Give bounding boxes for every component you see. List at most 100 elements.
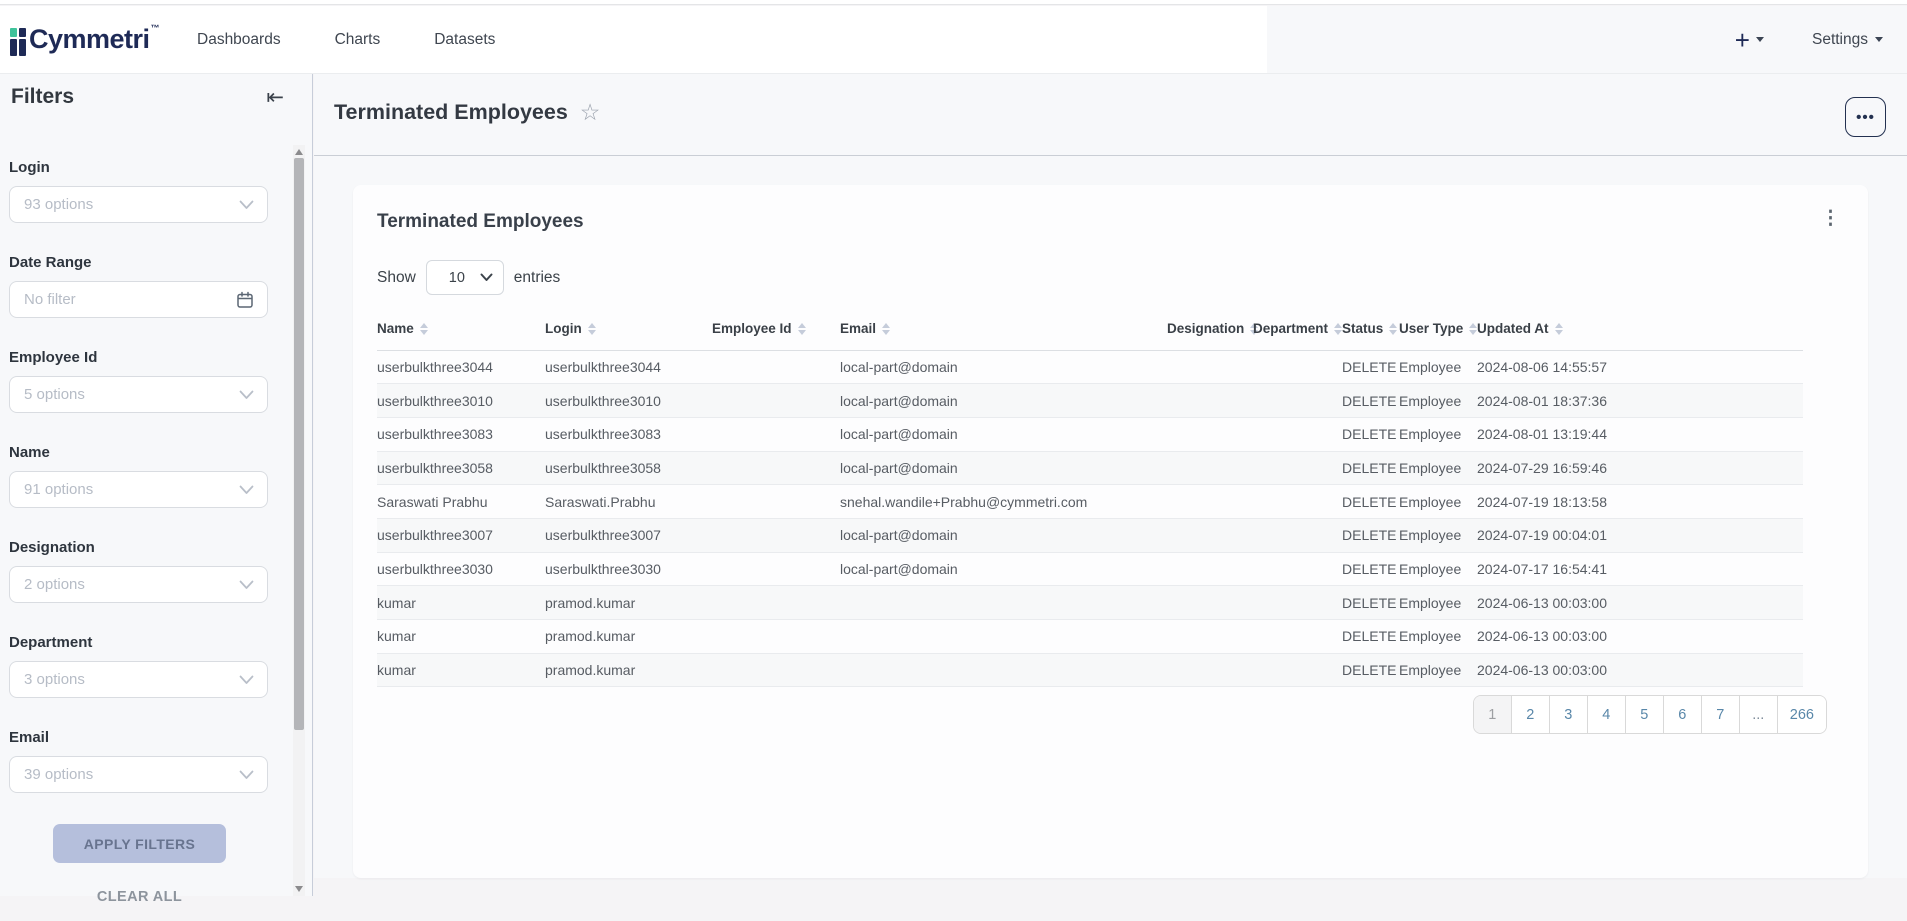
cymmetri-logo[interactable]: Cymmetri™ — [10, 23, 195, 56]
employee-id-select[interactable]: 5 options — [9, 376, 268, 413]
table-row: userbulkthree3030userbulkthree3030local-… — [377, 552, 1803, 586]
filter-group-email: Email39 options — [9, 729, 292, 793]
nav-item-datasets[interactable]: Datasets — [434, 31, 495, 49]
page-button-3[interactable]: 3 — [1550, 696, 1588, 733]
name-select[interactable]: 91 options — [9, 471, 268, 508]
filter-label-login: Login — [9, 159, 292, 176]
department-select[interactable]: 3 options — [9, 661, 268, 698]
cell-login: userbulkthree3044 — [545, 350, 712, 384]
column-label: Email — [840, 321, 876, 336]
settings-dropdown-button[interactable]: Settings — [1812, 31, 1883, 49]
brand-text: Cymmetri — [29, 24, 150, 54]
cell-user-type: Employee — [1399, 518, 1477, 552]
designation-select[interactable]: 2 options — [9, 566, 268, 603]
apply-filters-button[interactable]: APPLY FILTERS — [53, 824, 226, 863]
filter-group-login: Login 93 options — [9, 159, 292, 223]
cell-employee-id — [712, 620, 840, 654]
page-button-7[interactable]: 7 — [1702, 696, 1740, 733]
page-more-options-button[interactable]: ••• — [1845, 97, 1886, 137]
table-row: userbulkthree3058userbulkthree3058local-… — [377, 451, 1803, 485]
cell-user-type: Employee — [1399, 350, 1477, 384]
page-title: Terminated Employees — [334, 100, 568, 125]
cell-user-type: Employee — [1399, 384, 1477, 418]
page-button-4[interactable]: 4 — [1588, 696, 1626, 733]
cell-updated-at: 2024-07-29 16:59:46 — [1477, 451, 1803, 485]
cell-name: kumar — [377, 620, 545, 654]
chevron-down-icon — [239, 485, 254, 495]
favorite-star-icon[interactable]: ☆ — [580, 101, 601, 124]
login-select[interactable]: 93 options — [9, 186, 268, 223]
cell-designation — [1167, 620, 1253, 654]
cell-login: userbulkthree3058 — [545, 451, 712, 485]
page-button-2[interactable]: 2 — [1512, 696, 1550, 733]
sort-icon — [1389, 323, 1397, 335]
page-button-blank[interactable]: ... — [1740, 696, 1778, 733]
column-header-status[interactable]: Status — [1342, 308, 1399, 350]
window-top-edge — [0, 0, 1907, 5]
filter-label-employee-id: Employee Id — [9, 349, 292, 366]
collapse-sidebar-icon[interactable]: ⇤ — [266, 87, 284, 108]
sort-icon — [798, 323, 806, 335]
scroll-down-arrow-icon[interactable] — [295, 886, 303, 892]
cell-login: pramod.kumar — [545, 586, 712, 620]
column-header-email[interactable]: Email — [840, 308, 1167, 350]
filter-group-employee-id: Employee Id 5 options — [9, 349, 292, 413]
cell-email: local-part@domain — [840, 384, 1167, 418]
column-header-name[interactable]: Name — [377, 308, 545, 350]
cell-designation — [1167, 518, 1253, 552]
sidebar-scrollbar[interactable] — [293, 145, 305, 896]
page-button-1[interactable]: 1 — [1474, 696, 1512, 733]
column-header-department[interactable]: Department — [1253, 308, 1342, 350]
cell-updated-at: 2024-08-01 18:37:36 — [1477, 384, 1803, 418]
filter-label-date-range: Date Range — [9, 254, 292, 271]
cell-name: userbulkthree3007 — [377, 518, 545, 552]
filter-placeholder: 3 options — [24, 671, 85, 688]
date-range-input[interactable]: No filter — [9, 281, 268, 318]
pagination: 1234567...266 — [1473, 695, 1827, 734]
column-header-content: Employee Id — [712, 321, 806, 336]
main-content: Terminated Employees ☆ ••• Terminated Em… — [314, 74, 1907, 878]
table-row: userbulkthree3044userbulkthree3044local-… — [377, 350, 1803, 384]
cell-name: userbulkthree3010 — [377, 384, 545, 418]
add-dropdown-button[interactable]: + — [1735, 27, 1764, 53]
column-header-content: Department — [1253, 321, 1342, 336]
nav-item-charts[interactable]: Charts — [335, 31, 381, 49]
cell-status: DELETE — [1342, 552, 1399, 586]
page-button-5[interactable]: 5 — [1626, 696, 1664, 733]
column-header-designation[interactable]: Designation — [1167, 308, 1253, 350]
scroll-up-arrow-icon[interactable] — [295, 149, 303, 155]
nav-item-dashboards[interactable]: Dashboards — [197, 31, 281, 49]
column-label: Employee Id — [712, 321, 792, 336]
column-header-user-type[interactable]: User Type — [1399, 308, 1477, 350]
filter-list: Login 93 options Date Range No filter Employ… — [0, 109, 292, 793]
column-header-updated-at[interactable]: Updated At — [1477, 308, 1803, 350]
column-header-employee-id[interactable]: Employee Id — [712, 308, 840, 350]
cell-status: DELETE — [1342, 586, 1399, 620]
filter-label-name: Name — [9, 444, 292, 461]
terminated-employees-card: Terminated Employees ⋮ Show 10 entries N… — [353, 185, 1868, 878]
column-header-login[interactable]: Login — [545, 308, 712, 350]
card-menu-kebab-icon[interactable]: ⋮ — [1811, 201, 1850, 236]
top-navigation-bar: Cymmetri™ Dashboards Charts Datasets + S… — [0, 6, 1907, 74]
email-select[interactable]: 39 options — [9, 756, 268, 793]
page-button-6[interactable]: 6 — [1664, 696, 1702, 733]
cell-employee-id — [712, 552, 840, 586]
chevron-down-icon — [239, 390, 254, 400]
cell-employee-id — [712, 653, 840, 687]
cell-user-type: Employee — [1399, 451, 1477, 485]
cell-employee-id — [712, 451, 840, 485]
column-label: Name — [377, 321, 414, 336]
chevron-down-icon — [239, 675, 254, 685]
app-window: Cymmetri™ Dashboards Charts Datasets + S… — [0, 0, 1907, 921]
filter-group-designation: Designation2 options — [9, 539, 292, 603]
cell-user-type: Employee — [1399, 485, 1477, 519]
settings-label: Settings — [1812, 31, 1868, 49]
cymmetri-logo-icon — [10, 28, 26, 56]
table-row: Saraswati PrabhuSaraswati.Prabhusnehal.w… — [377, 485, 1803, 519]
column-label: Department — [1253, 321, 1328, 336]
clear-all-button[interactable]: CLEAR ALL — [0, 889, 279, 905]
page-button-266[interactable]: 266 — [1778, 696, 1826, 733]
page-size-select[interactable]: 10 — [426, 260, 504, 295]
scrollbar-thumb[interactable] — [294, 158, 304, 730]
filter-placeholder: 93 options — [24, 196, 93, 213]
